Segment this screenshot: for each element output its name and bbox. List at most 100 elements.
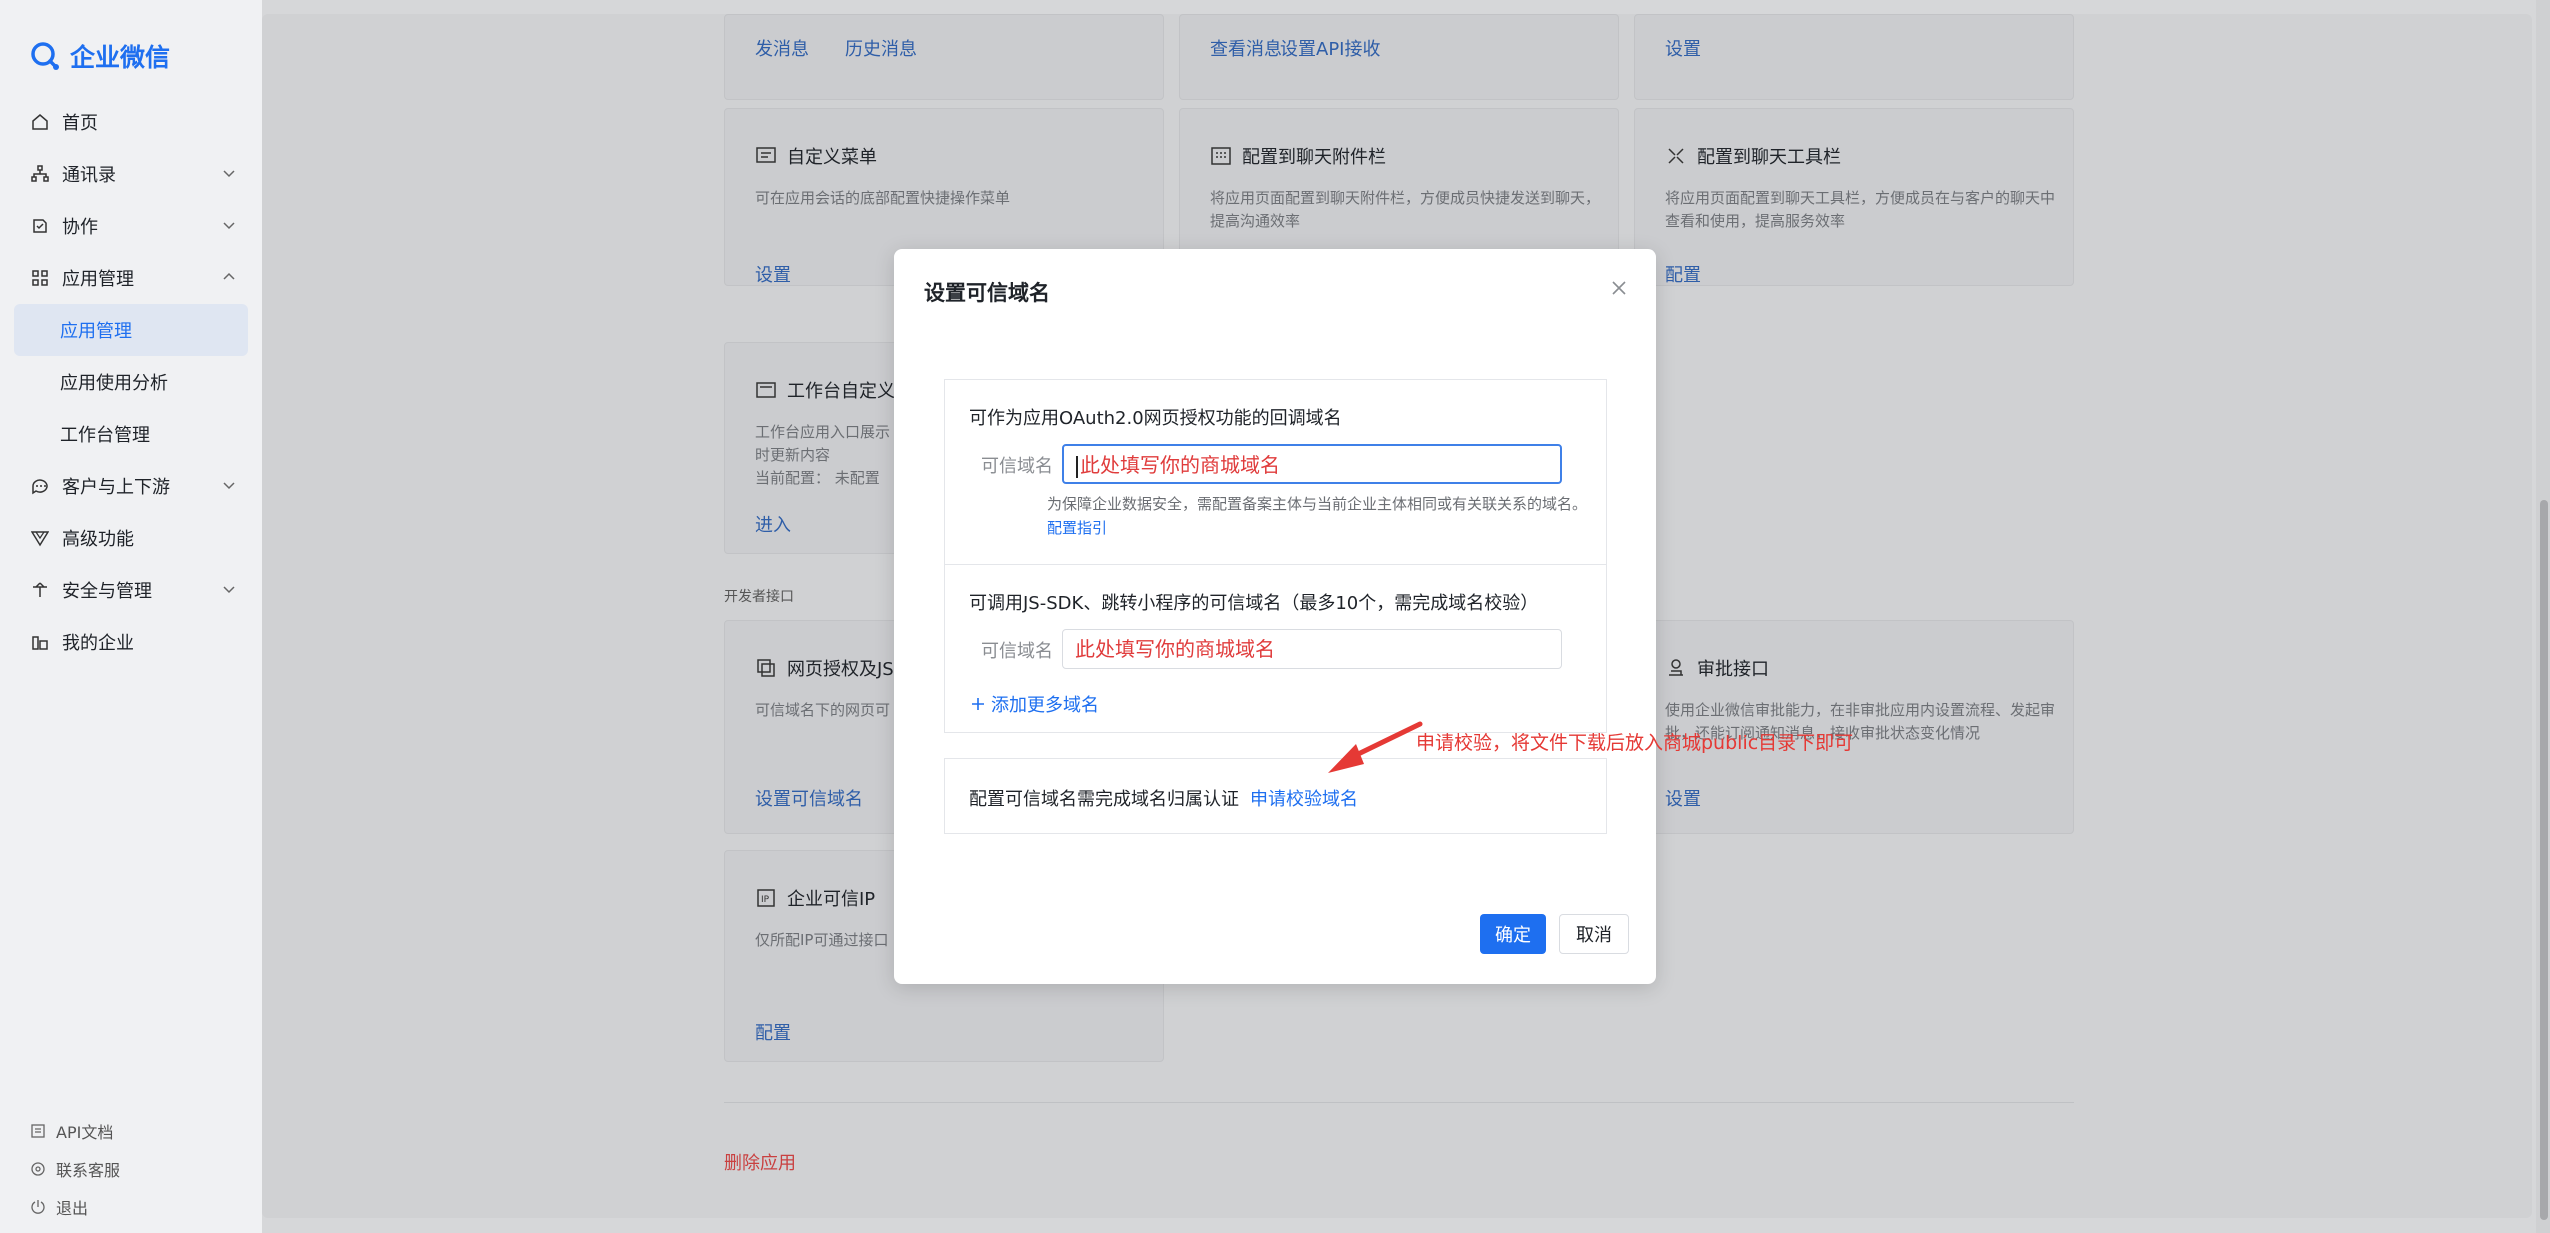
card-desc: 仅所配IP可通过接口 <box>755 931 889 949</box>
oauth-domain-hint: 为保障企业数据安全，需配置备案主体与当前企业主体相同或有关联关系的域名。配置指引 <box>1047 495 1588 537</box>
oauth-domain-label: 可信域名 <box>981 456 1053 477</box>
ip-icon: IP <box>757 889 775 907</box>
annotation-text: 申请校验，将文件下载后放入商城public目录下即可 <box>1416 732 1854 754</box>
sidebar-item-advanced[interactable]: 高级功能 <box>14 512 248 564</box>
sidebar-item-label: 客户与上下游 <box>62 477 170 498</box>
web-auth-icon <box>757 659 775 677</box>
chevron-up-icon <box>223 272 235 280</box>
jssdk-domain-input[interactable]: 此处填写你的商城域名 <box>1062 629 1562 669</box>
doc-icon <box>31 1124 45 1138</box>
jssdk-domain-section: 可调用JS-SDK、跳转小程序的可信域名（最多10个，需完成域名校验） 可信域名… <box>944 565 1607 733</box>
jssdk-domain-label: 可信域名 <box>981 641 1053 662</box>
divider <box>724 1102 2074 1103</box>
card-title: 配置到聊天附件栏 <box>1242 147 1386 168</box>
contacts-icon <box>30 164 50 184</box>
collab-icon <box>30 216 50 236</box>
support-icon <box>31 1162 45 1176</box>
card-desc: 可信域名下的网页可 <box>755 701 891 719</box>
chevron-down-icon <box>223 586 235 594</box>
sidebar-link-support[interactable]: 联系客服 <box>30 1150 120 1188</box>
logout-icon <box>31 1200 45 1214</box>
sidebar-subitem-app-analytics[interactable]: 应用使用分析 <box>14 356 248 408</box>
add-more-domain-button[interactable]: 添加更多域名 <box>969 691 1099 717</box>
security-icon <box>30 580 50 600</box>
chevron-down-icon <box>223 222 235 230</box>
page-scrollbar-thumb[interactable] <box>2540 500 2548 1220</box>
card-messages: 发消息 历史消息 <box>724 14 1164 100</box>
section-label-dev: 开发者接口 <box>724 589 794 605</box>
dialog-title: 设置可信域名 <box>924 281 1050 305</box>
delete-app-link[interactable]: 删除应用 <box>724 1149 796 1175</box>
history-message-link[interactable]: 历史消息 <box>845 35 917 61</box>
cancel-button[interactable]: 取消 <box>1559 914 1629 954</box>
sidebar-bottom: API文档 联系客服 退出 <box>30 1112 120 1226</box>
plus-icon <box>972 698 984 710</box>
view-message-link[interactable]: 查看消息 <box>1210 35 1282 61</box>
card-title: 工作台自定义 <box>787 381 895 402</box>
sidebar-item-customers[interactable]: 客户与上下游 <box>14 460 248 512</box>
card-title: 审批接口 <box>1697 659 1769 680</box>
close-icon[interactable] <box>1608 277 1630 299</box>
wecom-logo-icon <box>31 42 59 70</box>
sidebar-link-label: 退出 <box>56 1199 89 1218</box>
workbench-enter-link[interactable]: 进入 <box>755 511 791 537</box>
oauth-domain-section: 可作为应用OAuth2.0网页授权功能的回调域名 可信域名 此处填写你的商城域名… <box>944 379 1607 565</box>
sidebar-link-label: 联系客服 <box>56 1161 121 1180</box>
custom-menu-settings-link[interactable]: 设置 <box>755 261 791 287</box>
sidebar-item-label: 通讯录 <box>62 165 116 186</box>
sidebar-item-contacts[interactable]: 通讯录 <box>14 148 248 200</box>
oauth-domain-input[interactable]: 此处填写你的商城域名 <box>1062 444 1562 484</box>
config-guide-link[interactable]: 配置指引 <box>1047 519 1107 537</box>
domain-verify-section: 配置可信域名需完成域名归属认证 申请校验域名 <box>944 758 1607 834</box>
sidebar-item-home[interactable]: 首页 <box>14 96 248 148</box>
trusted-ip-config-link[interactable]: 配置 <box>755 1019 791 1045</box>
sidebar-item-apps[interactable]: 应用管理 <box>14 252 248 304</box>
sidebar-item-label: 高级功能 <box>62 529 134 550</box>
card-receive: 查看消息 设置API接收 <box>1179 14 1619 100</box>
card-desc: 将应用页面配置到聊天附件栏，方便成员快捷发送到聊天，提高沟通效率 <box>1210 189 1601 230</box>
chat-toolbar-config-link[interactable]: 配置 <box>1665 261 1701 287</box>
sidebar-subitem-app-manage[interactable]: 应用管理 <box>14 304 248 356</box>
app-logo[interactable]: 企业微信 <box>28 38 170 74</box>
chevron-down-icon <box>223 482 235 490</box>
sidebar-item-label: 工作台管理 <box>60 425 150 446</box>
set-api-receive-link[interactable]: 设置API接收 <box>1280 35 1380 61</box>
apply-verify-domain-link[interactable]: 申请校验域名 <box>1250 785 1358 811</box>
svg-text:IP: IP <box>761 895 770 905</box>
jssdk-domain-heading: 可调用JS-SDK、跳转小程序的可信域名（最多10个，需完成域名校验） <box>969 593 1539 614</box>
card-title: 配置到聊天工具栏 <box>1697 147 1841 168</box>
sidebar-item-collab[interactable]: 协作 <box>14 200 248 252</box>
card-title: 网页授权及JS <box>787 659 894 680</box>
home-icon <box>30 112 50 132</box>
text-caret <box>1076 455 1078 478</box>
chevron-down-icon <box>223 170 235 178</box>
workbench-icon <box>756 382 776 398</box>
sidebar-item-label: 我的企业 <box>62 633 134 654</box>
toolbar-icon <box>1668 148 1684 164</box>
sidebar-subitem-workbench[interactable]: 工作台管理 <box>14 408 248 460</box>
card-title: 企业可信IP <box>787 889 876 910</box>
sidebar-item-label: 首页 <box>62 113 98 134</box>
card-desc: 工作台应用入口展示 时更新内容 当前配置： 未配置 <box>755 423 891 487</box>
send-message-link[interactable]: 发消息 <box>755 35 809 61</box>
advanced-icon <box>30 528 50 548</box>
annotation-arrow-icon <box>1328 721 1423 773</box>
customer-icon <box>30 476 50 496</box>
settings-link[interactable]: 设置 <box>1665 35 1701 61</box>
domain-verify-text: 配置可信域名需完成域名归属认证 <box>969 789 1239 810</box>
sidebar: 企业微信 首页 通讯录 协作 应用管理 应用管理 应用使用分析 工作台管理 客户… <box>0 0 262 1233</box>
sidebar-item-enterprise[interactable]: 我的企业 <box>14 616 248 668</box>
sidebar-item-security[interactable]: 安全与管理 <box>14 564 248 616</box>
set-trusted-domain-link[interactable]: 设置可信域名 <box>755 785 863 811</box>
approval-settings-link[interactable]: 设置 <box>1665 785 1701 811</box>
sidebar-link-logout[interactable]: 退出 <box>30 1188 120 1226</box>
confirm-button[interactable]: 确定 <box>1480 914 1546 954</box>
attach-bar-icon <box>1211 147 1231 165</box>
sidebar-item-label: 应用管理 <box>60 321 132 342</box>
sidebar-item-label: 应用使用分析 <box>60 373 168 394</box>
sidebar-item-label: 应用管理 <box>62 269 134 290</box>
sidebar-link-label: API文档 <box>56 1123 114 1142</box>
card-desc: 可在应用会话的底部配置快捷操作菜单 <box>755 189 1011 207</box>
card-approval: 审批接口 使用企业微信审批能力，在非审批应用内设置流程、发起审批，还能订阅通知消… <box>1634 620 2074 834</box>
sidebar-link-api-doc[interactable]: API文档 <box>30 1112 120 1150</box>
